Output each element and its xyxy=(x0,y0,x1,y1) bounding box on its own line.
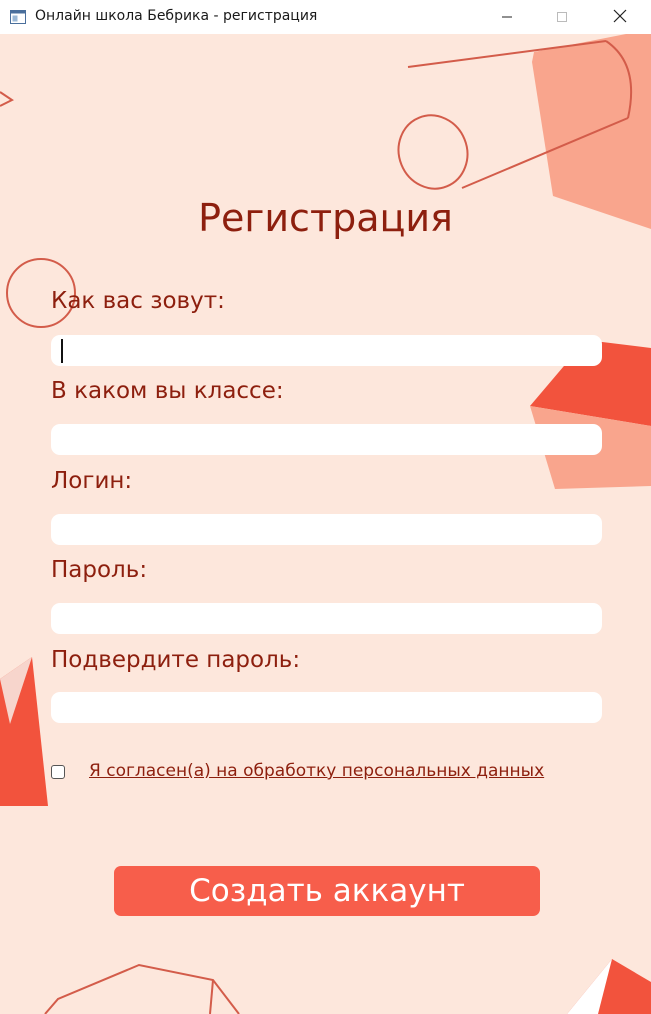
password-input[interactable] xyxy=(51,603,602,634)
page-title: Регистрация xyxy=(198,196,453,240)
name-label: Как вас зовут: xyxy=(51,288,225,314)
title-bar: Онлайн школа Бебрика - регистрация xyxy=(0,0,651,34)
grade-label: В каком вы классе: xyxy=(51,378,284,404)
name-input[interactable] xyxy=(51,335,602,366)
consent-checkbox[interactable] xyxy=(51,765,65,779)
confirm-password-label: Подвердите пароль: xyxy=(51,647,301,673)
minimize-button[interactable] xyxy=(484,0,530,34)
registration-window: Регистрация Как вас зовут: В каком вы кл… xyxy=(0,34,651,1014)
confirm-password-input[interactable] xyxy=(51,692,602,723)
maximize-button[interactable] xyxy=(539,0,585,34)
grade-input[interactable] xyxy=(51,424,602,455)
password-label: Пароль: xyxy=(51,557,148,583)
close-icon xyxy=(613,8,627,27)
app-icon xyxy=(10,9,26,24)
consent-link[interactable]: Я согласен(а) на обработку персональных … xyxy=(89,761,544,781)
text-cursor xyxy=(61,339,63,363)
create-account-button[interactable]: Создать аккаунт xyxy=(114,866,540,916)
close-button[interactable] xyxy=(597,0,643,34)
login-input[interactable] xyxy=(51,514,602,545)
window-title: Онлайн школа Бебрика - регистрация xyxy=(35,8,318,24)
minimize-icon xyxy=(501,8,513,27)
maximize-icon xyxy=(556,8,568,27)
login-label: Логин: xyxy=(51,468,133,494)
